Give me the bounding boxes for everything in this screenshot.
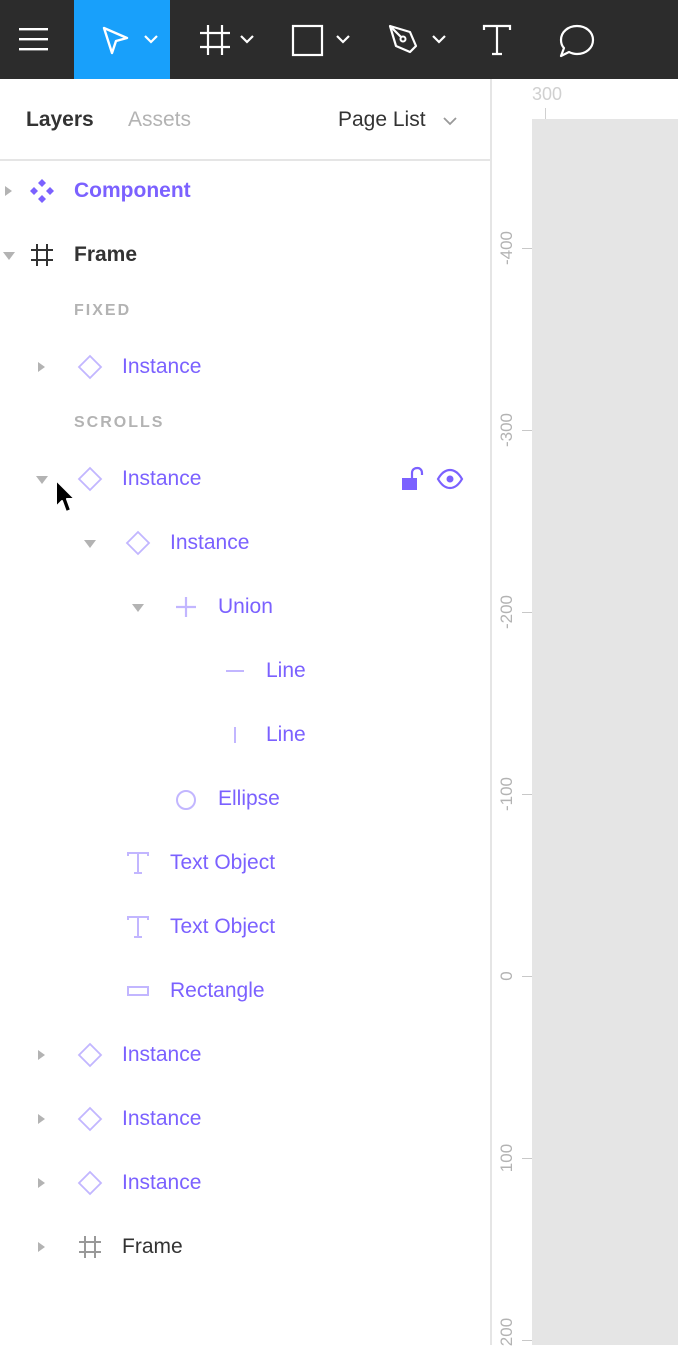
ruler-tick [522,976,532,977]
layer-line-1[interactable]: Line [266,658,306,684]
mouse-cursor-icon [55,479,76,513]
frame-tool-icon [200,25,230,55]
unlock-icon[interactable] [400,466,424,492]
frame-icon [79,1236,101,1258]
layer-instance-fixed[interactable]: Instance [122,354,201,380]
move-tool-button[interactable] [74,0,170,79]
main-menu-button[interactable] [0,0,70,79]
header-divider [0,159,490,161]
line-vertical-icon [234,727,236,743]
frame-icon [31,244,53,266]
layer-line-2[interactable]: Line [266,722,306,748]
expand-arrow-icon[interactable] [4,185,14,197]
comment-tool-button[interactable] [552,0,602,79]
layer-union[interactable]: Union [218,594,273,620]
ruler-tick [522,1340,532,1341]
ellipse-icon [176,790,196,810]
tab-layers[interactable]: Layers [26,107,94,133]
layer-frame-bottom[interactable]: Frame [122,1234,183,1260]
text-layer-icon [127,916,149,938]
layer-rectangle[interactable]: Rectangle [170,978,265,1004]
ruler-label: 200 [497,1317,516,1347]
ruler-tick [545,108,546,119]
page-list-label: Page List [338,108,426,131]
rectangle-tool-icon [291,24,324,57]
component-icon [30,179,54,203]
layer-component[interactable]: Component [74,178,191,204]
canvas[interactable] [532,119,678,1345]
chevron-down-icon [432,35,446,44]
layer-instance-c[interactable]: Instance [122,1170,201,1196]
scrolls-section-label: SCROLLS [74,414,165,431]
text-tool-icon [482,24,512,56]
layers-panel [0,79,490,1345]
pen-tool-icon [388,24,418,54]
fixed-section-label: FIXED [74,302,132,319]
layer-text-object-2[interactable]: Text Object [170,914,275,940]
collapse-arrow-icon[interactable] [2,251,16,261]
layer-text-object-1[interactable]: Text Object [170,850,275,876]
layer-frame[interactable]: Frame [74,242,137,268]
ruler-label: -200 [497,594,516,630]
instance-icon [77,466,103,492]
layer-instance-b[interactable]: Instance [122,1106,201,1132]
ruler-label: 0 [497,971,516,981]
chevron-down-icon [336,35,350,44]
horizontal-ruler [492,79,678,119]
shape-tool-button[interactable] [282,0,356,79]
expand-arrow-icon[interactable] [37,361,47,373]
layer-ellipse[interactable]: Ellipse [218,786,280,812]
pen-tool-button[interactable] [382,0,456,79]
instance-icon [77,1170,103,1196]
chevron-down-icon [144,35,158,44]
chevron-down-icon [443,117,457,126]
frame-tool-button[interactable] [190,0,264,79]
ruler-label: -300 [497,412,516,448]
layer-instance-nested[interactable]: Instance [170,530,249,556]
rectangle-layer-icon [127,986,149,996]
page-list-dropdown[interactable]: Page List [338,107,457,133]
ruler-top-label: 300 [532,84,563,104]
text-layer-icon [127,852,149,874]
eye-icon[interactable] [436,468,464,490]
ruler-label: -400 [497,230,516,266]
comment-tool-icon [559,24,595,58]
ruler-tick [522,612,532,613]
instance-icon [125,530,151,556]
ruler-label: 100 [497,1143,516,1173]
layer-instance-scrolls[interactable]: Instance [122,466,201,492]
ruler-tick [522,794,532,795]
collapse-arrow-icon[interactable] [83,539,97,549]
instance-icon [77,1042,103,1068]
expand-arrow-icon[interactable] [37,1113,47,1125]
move-tool-icon [102,26,129,55]
hamburger-menu-icon [19,28,48,51]
chevron-down-icon [240,35,254,44]
instance-icon [77,1106,103,1132]
union-icon [176,597,196,617]
toolbar [0,0,678,79]
expand-arrow-icon[interactable] [37,1241,47,1253]
expand-arrow-icon[interactable] [37,1177,47,1189]
ruler-tick [522,248,532,249]
ruler-label: -100 [497,776,516,812]
text-tool-button[interactable] [476,0,520,79]
ruler-tick [522,1158,532,1159]
collapse-arrow-icon[interactable] [35,475,49,485]
line-horizontal-icon [226,670,244,672]
layer-instance-a[interactable]: Instance [122,1042,201,1068]
tab-assets[interactable]: Assets [128,107,191,133]
collapse-arrow-icon[interactable] [131,603,145,613]
expand-arrow-icon[interactable] [37,1049,47,1061]
instance-icon [77,354,103,380]
ruler-tick [522,430,532,431]
